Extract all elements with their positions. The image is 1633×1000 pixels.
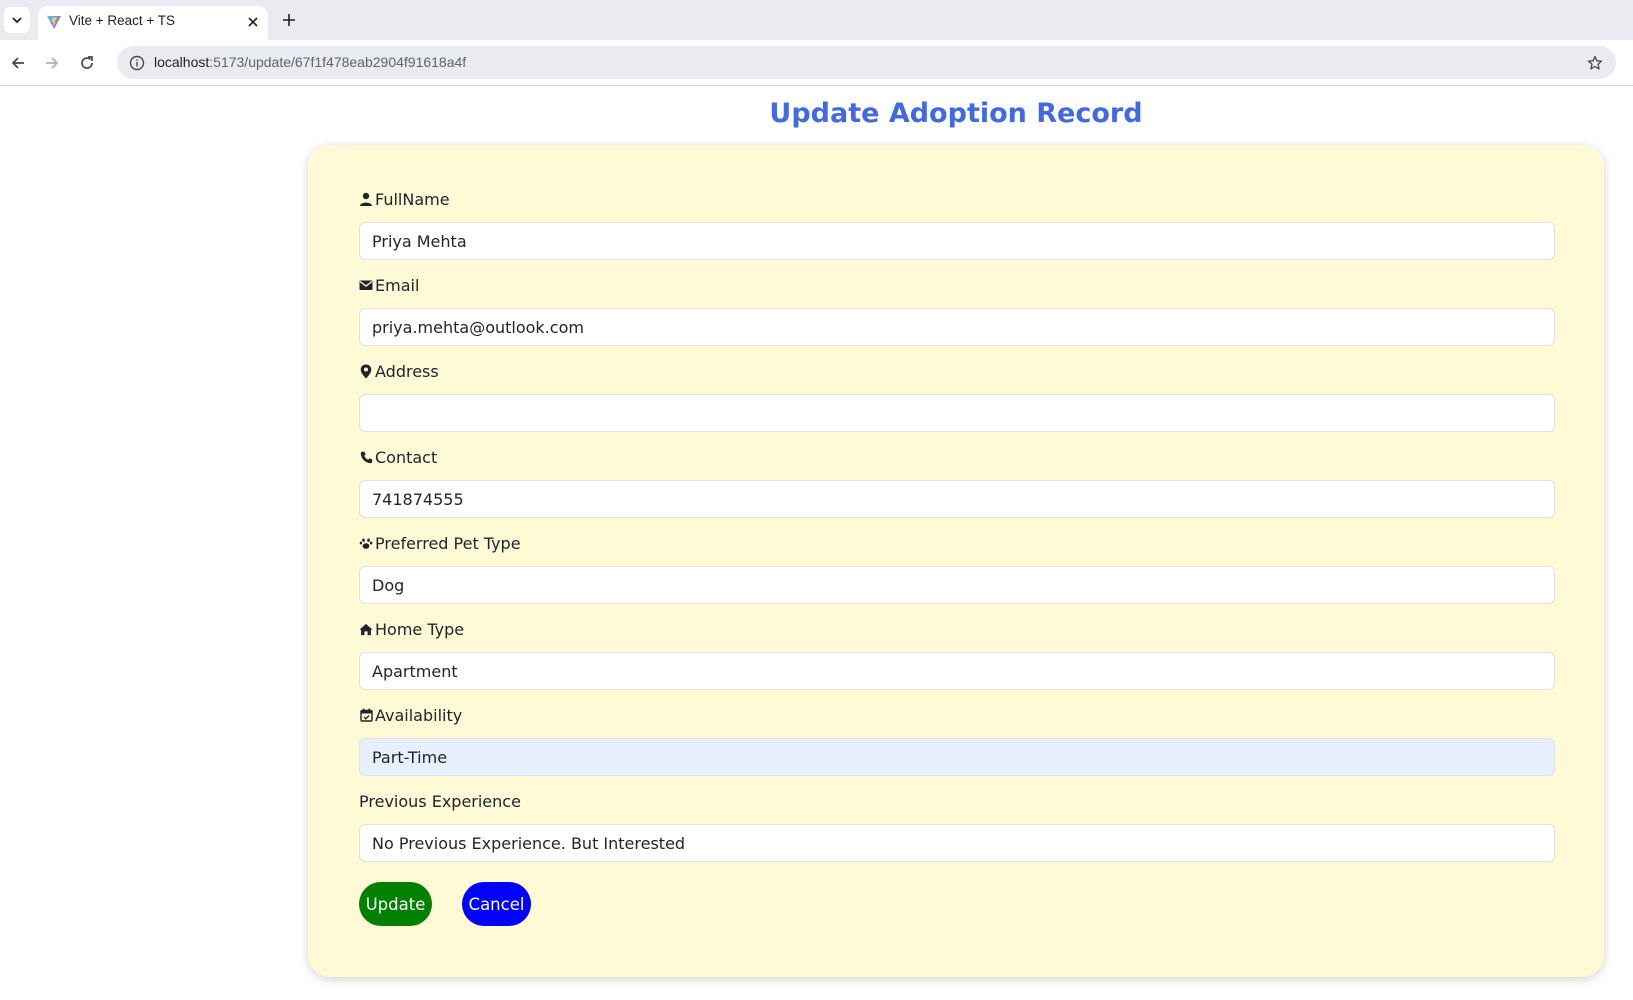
site-info-icon[interactable]: [127, 53, 146, 72]
contact-input[interactable]: [359, 480, 1555, 518]
pet-type-label-text: Preferred Pet Type: [375, 533, 521, 553]
browser-tab[interactable]: Vite + React + TS: [38, 6, 268, 40]
location-pin-icon: [359, 364, 373, 378]
availability-label: Availability: [359, 704, 1555, 726]
address-label-text: Address: [375, 361, 439, 381]
url-path: :5173/update/67f1f478eab2904f91618a4f: [209, 54, 467, 70]
experience-field: Previous Experience: [359, 790, 1555, 862]
home-type-label-text: Home Type: [375, 619, 465, 639]
pet-type-input[interactable]: [359, 566, 1555, 604]
envelope-icon: [359, 278, 373, 292]
contact-label-text: Contact: [375, 447, 438, 467]
new-tab-button[interactable]: [278, 9, 300, 31]
pet-type-label: Preferred Pet Type: [359, 532, 1555, 554]
adoption-update-form: FullName Email Address Contact: [308, 145, 1604, 977]
cancel-button[interactable]: Cancel: [462, 882, 531, 926]
availability-input[interactable]: [359, 738, 1555, 776]
paw-icon: [359, 536, 373, 550]
person-icon: [359, 192, 373, 206]
email-label: Email: [359, 274, 1555, 296]
forward-button[interactable]: [39, 50, 65, 76]
plus-icon: [283, 14, 295, 26]
tab-search-button[interactable]: [4, 7, 30, 33]
page-title: Update Adoption Record: [769, 98, 1143, 129]
address-bar[interactable]: localhost:5173/update/67f1f478eab2904f91…: [117, 46, 1616, 79]
fullname-input[interactable]: [359, 222, 1555, 260]
arrow-right-icon: [46, 57, 59, 69]
phone-icon: [359, 450, 373, 464]
bookmark-star-icon[interactable]: [1584, 52, 1606, 74]
contact-field: Contact: [359, 446, 1555, 518]
reload-icon: [81, 56, 93, 69]
experience-label-text: Previous Experience: [359, 791, 521, 811]
back-button[interactable]: [5, 50, 31, 76]
home-type-input[interactable]: [359, 652, 1555, 690]
fullname-field: FullName: [359, 188, 1555, 260]
chevron-down-icon: [12, 17, 22, 24]
availability-field: Availability: [359, 704, 1555, 776]
update-button[interactable]: Update: [359, 882, 432, 926]
experience-input[interactable]: [359, 824, 1555, 862]
availability-label-text: Availability: [375, 705, 463, 725]
calendar-icon: [359, 708, 373, 722]
fullname-label-text: FullName: [375, 189, 450, 209]
address-field: Address: [359, 360, 1555, 432]
close-tab-button[interactable]: [244, 13, 262, 31]
close-icon: [248, 17, 258, 27]
tab-title: Vite + React + TS: [69, 13, 176, 28]
experience-label: Previous Experience: [359, 790, 1555, 812]
email-label-text: Email: [375, 275, 420, 295]
browser-toolbar: localhost:5173/update/67f1f478eab2904f91…: [0, 40, 1633, 86]
contact-label: Contact: [359, 446, 1555, 468]
address-label: Address: [359, 360, 1555, 382]
pet-type-field: Preferred Pet Type: [359, 532, 1555, 604]
url-host: localhost: [154, 54, 210, 70]
vite-logo-icon: [47, 16, 61, 29]
address-input[interactable]: [359, 394, 1555, 432]
home-type-field: Home Type: [359, 618, 1555, 690]
arrow-left-icon: [11, 57, 24, 69]
reload-button[interactable]: [74, 50, 100, 76]
tab-strip: Vite + React + TS: [0, 0, 1633, 40]
house-icon: [359, 622, 373, 636]
email-input[interactable]: [359, 308, 1555, 346]
home-type-label: Home Type: [359, 618, 1555, 640]
email-field: Email: [359, 274, 1555, 346]
fullname-label: FullName: [359, 188, 1555, 210]
url-text: localhost:5173/update/67f1f478eab2904f91…: [154, 54, 466, 70]
